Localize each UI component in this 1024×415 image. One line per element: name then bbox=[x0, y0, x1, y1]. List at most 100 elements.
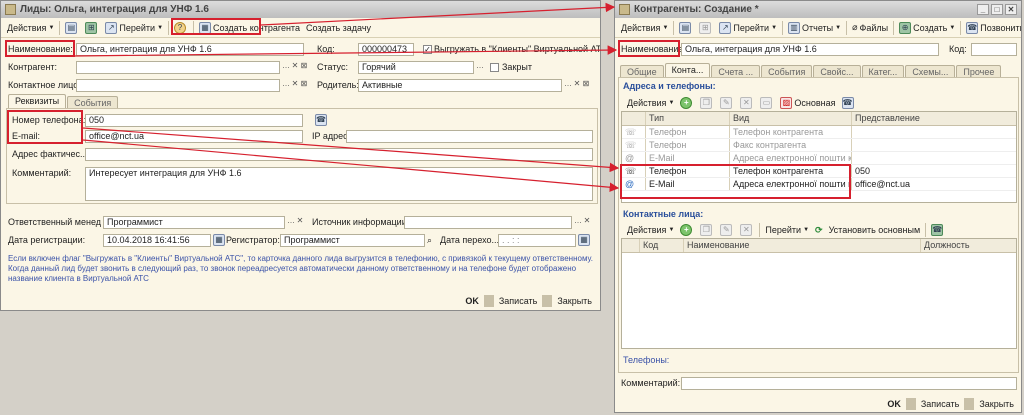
create-task-button[interactable]: Создать задачу bbox=[303, 20, 374, 36]
email-input[interactable]: office@nct.ua bbox=[85, 130, 303, 143]
table-row[interactable]: ☏ Телефон Факс контрагента bbox=[622, 139, 1016, 152]
source-input[interactable] bbox=[404, 216, 572, 229]
actions-menu[interactable]: Действия ▼ bbox=[618, 20, 671, 36]
copy-row-button[interactable]: ❐ bbox=[697, 95, 717, 111]
edit-row-button[interactable]: ✎ bbox=[717, 95, 737, 111]
calendar-icon[interactable]: ▦ bbox=[578, 234, 590, 246]
open-icon[interactable]: ⊠ bbox=[300, 61, 308, 70]
dots-icon[interactable]: … bbox=[564, 79, 572, 88]
clear-icon[interactable]: ✕ bbox=[291, 61, 299, 70]
open-icon[interactable]: ⊠ bbox=[300, 79, 308, 88]
col-name[interactable]: Наименование bbox=[684, 239, 921, 252]
manager-input[interactable]: Программист bbox=[103, 216, 285, 229]
dots-icon[interactable]: … bbox=[476, 61, 484, 70]
tab-contacts[interactable]: Конта... bbox=[664, 63, 711, 78]
goto-menu[interactable]: ↗ Перейти ▼ bbox=[102, 20, 166, 36]
add-row-button[interactable]: + bbox=[677, 95, 697, 111]
edit-contact-button[interactable]: ✎ bbox=[717, 222, 737, 238]
parent-input[interactable]: Активные bbox=[358, 79, 562, 92]
contacts-goto-menu[interactable]: Перейти ▼ bbox=[762, 222, 812, 238]
save-button[interactable]: Записать bbox=[494, 296, 542, 306]
actions-menu[interactable]: Действия ▼ bbox=[4, 20, 57, 36]
col-code[interactable]: Код bbox=[640, 239, 684, 252]
lead-toolbar: Действия ▼ ▤ ⊞ ↗ Перейти ▼ ? ▦ Создать контр… bbox=[1, 18, 600, 38]
phone-book-icon[interactable]: ☎ bbox=[315, 114, 327, 126]
calendar-icon[interactable]: ▦ bbox=[213, 234, 225, 246]
dots-icon[interactable]: … bbox=[287, 216, 295, 225]
code-input[interactable] bbox=[971, 43, 1017, 56]
name-input[interactable]: Ольга, интеграция для УНФ 1.6 bbox=[681, 43, 939, 56]
delete-row-button[interactable]: ✕ bbox=[737, 95, 757, 111]
export-label: Выгружать в "Клиенты" Виртуальной АТС bbox=[434, 44, 600, 54]
add-contact-button[interactable]: + bbox=[677, 222, 697, 238]
close-button[interactable]: Закрыть bbox=[974, 399, 1019, 409]
save-close-button[interactable]: ▤ bbox=[676, 20, 696, 36]
clear-icon[interactable]: ✕ bbox=[296, 216, 304, 225]
contractor-label: Контрагент: bbox=[8, 62, 58, 72]
goto-menu[interactable]: ↗ Перейти ▼ bbox=[716, 20, 780, 36]
open-icon[interactable]: ⊠ bbox=[582, 79, 590, 88]
col-value[interactable]: Представление bbox=[852, 112, 1016, 125]
comment-textarea[interactable]: Интересует интеграция для УНФ 1.6 bbox=[85, 167, 593, 201]
clear-icon[interactable]: ✕ bbox=[583, 216, 591, 225]
set-main-contact-button[interactable]: Установить основным bbox=[826, 222, 924, 238]
close-window-button[interactable]: ✕ bbox=[1005, 4, 1017, 15]
table-row[interactable]: ☏ Телефон Телефон контрагента bbox=[622, 126, 1016, 139]
contractor-input[interactable] bbox=[76, 61, 280, 74]
contractor-window-titlebar[interactable]: Контрагенты: Создание * _ □ ✕ bbox=[615, 1, 1021, 18]
col-kind[interactable]: Вид bbox=[730, 112, 852, 125]
reg-date-input[interactable]: 10.04.2018 16:41:56 bbox=[103, 234, 211, 247]
tab-requisites[interactable]: Реквизиты bbox=[8, 94, 67, 109]
files-button[interactable]: ⌀ Файлы bbox=[849, 20, 891, 36]
save-close-button[interactable]: ▤ bbox=[62, 20, 82, 36]
reports-menu[interactable]: ▥ Отчеты ▼ bbox=[785, 20, 844, 36]
table-row[interactable]: ☏ Телефон Телефон контрагента 050 bbox=[622, 165, 1016, 178]
lead-tabs: Реквизиты События bbox=[8, 94, 119, 109]
save-button[interactable]: Записать bbox=[916, 399, 964, 409]
copy-contact-button[interactable]: ❐ bbox=[697, 222, 717, 238]
ok-button[interactable]: OK bbox=[882, 399, 906, 409]
phone-input[interactable]: 050 bbox=[85, 114, 303, 127]
ok-button[interactable]: OK bbox=[460, 296, 484, 306]
dots-icon[interactable]: … bbox=[282, 79, 290, 88]
create-menu[interactable]: ⊕ Создать ▼ bbox=[896, 20, 958, 36]
end-edit-button[interactable]: ▭ bbox=[757, 95, 777, 111]
ip-input[interactable] bbox=[346, 130, 593, 143]
call-contact-button[interactable]: ☎ bbox=[928, 222, 948, 238]
contacts-actions-menu[interactable]: Действия ▼ bbox=[624, 222, 677, 238]
maximize-button[interactable]: □ bbox=[991, 4, 1003, 15]
window-icon bbox=[5, 4, 16, 15]
name-input[interactable]: Ольга, интеграция для УНФ 1.6 bbox=[76, 43, 304, 56]
set-main-button[interactable]: ▨ Основная bbox=[777, 95, 838, 111]
export-checkbox[interactable]: ✓ bbox=[423, 45, 432, 54]
registrar-input[interactable]: Программист bbox=[280, 234, 425, 247]
close-button[interactable]: Закрыть bbox=[552, 296, 597, 306]
dots-icon[interactable]: … bbox=[574, 216, 582, 225]
phone-book-button[interactable]: ☎ bbox=[839, 95, 859, 111]
call-button[interactable]: ☎ Позвонить bbox=[963, 20, 1021, 36]
col-type[interactable]: Тип bbox=[646, 112, 730, 125]
dots-icon[interactable]: … bbox=[282, 61, 290, 70]
address-input[interactable] bbox=[85, 148, 593, 161]
status-input[interactable]: Горячий bbox=[358, 61, 474, 74]
table-row[interactable]: @ E-Mail Адреса електронної пошти ко... bbox=[622, 152, 1016, 165]
comment-input[interactable] bbox=[681, 377, 1017, 390]
addr-actions-menu[interactable]: Действия ▼ bbox=[624, 95, 677, 111]
clear-icon[interactable]: ✕ bbox=[573, 79, 581, 88]
help-button[interactable]: ? bbox=[171, 20, 191, 36]
col-position[interactable]: Должность bbox=[921, 239, 1016, 252]
structure-button[interactable]: ⊞ bbox=[82, 20, 102, 36]
refresh-button[interactable]: ⟳ bbox=[812, 222, 826, 238]
transfer-input[interactable]: . . : : bbox=[498, 234, 576, 247]
minimize-button[interactable]: _ bbox=[977, 4, 989, 15]
structure-button[interactable]: ⊞ bbox=[696, 20, 716, 36]
delete-contact-button[interactable]: ✕ bbox=[737, 222, 757, 238]
lead-window-titlebar[interactable]: Лиды: Ольга, интеграция для УНФ 1.6 bbox=[1, 1, 600, 18]
closed-checkbox[interactable] bbox=[490, 63, 499, 72]
search-icon[interactable]: ⌕ bbox=[427, 234, 432, 247]
create-contractor-button[interactable]: ▦ Создать контрагента bbox=[196, 20, 303, 36]
contact-input[interactable] bbox=[76, 79, 280, 92]
code-input[interactable]: 000000473 bbox=[358, 43, 414, 56]
clear-icon[interactable]: ✕ bbox=[291, 79, 299, 88]
table-row[interactable]: @ E-Mail Адреса електронної пошти ко... off… bbox=[622, 178, 1016, 191]
